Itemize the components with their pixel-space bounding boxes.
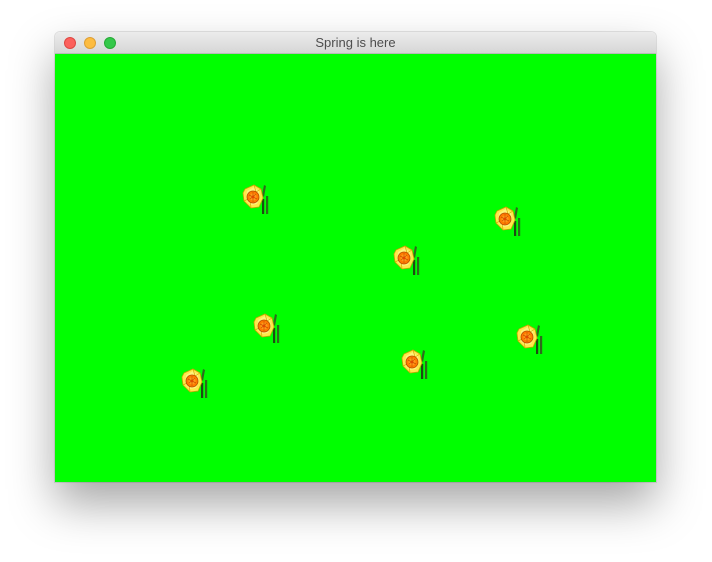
daffodil-icon xyxy=(253,312,283,344)
title-bar[interactable]: Spring is here xyxy=(55,32,656,54)
daffodil-icon xyxy=(494,205,524,237)
daffodil-icon xyxy=(393,244,423,276)
canvas[interactable] xyxy=(55,54,656,482)
daffodil-icon xyxy=(401,348,431,380)
app-window: Spring is here xyxy=(55,32,656,482)
daffodil-icon xyxy=(516,323,546,355)
daffodil-icon xyxy=(242,183,272,215)
daffodil-icon xyxy=(181,367,211,399)
window-title: Spring is here xyxy=(315,35,396,50)
